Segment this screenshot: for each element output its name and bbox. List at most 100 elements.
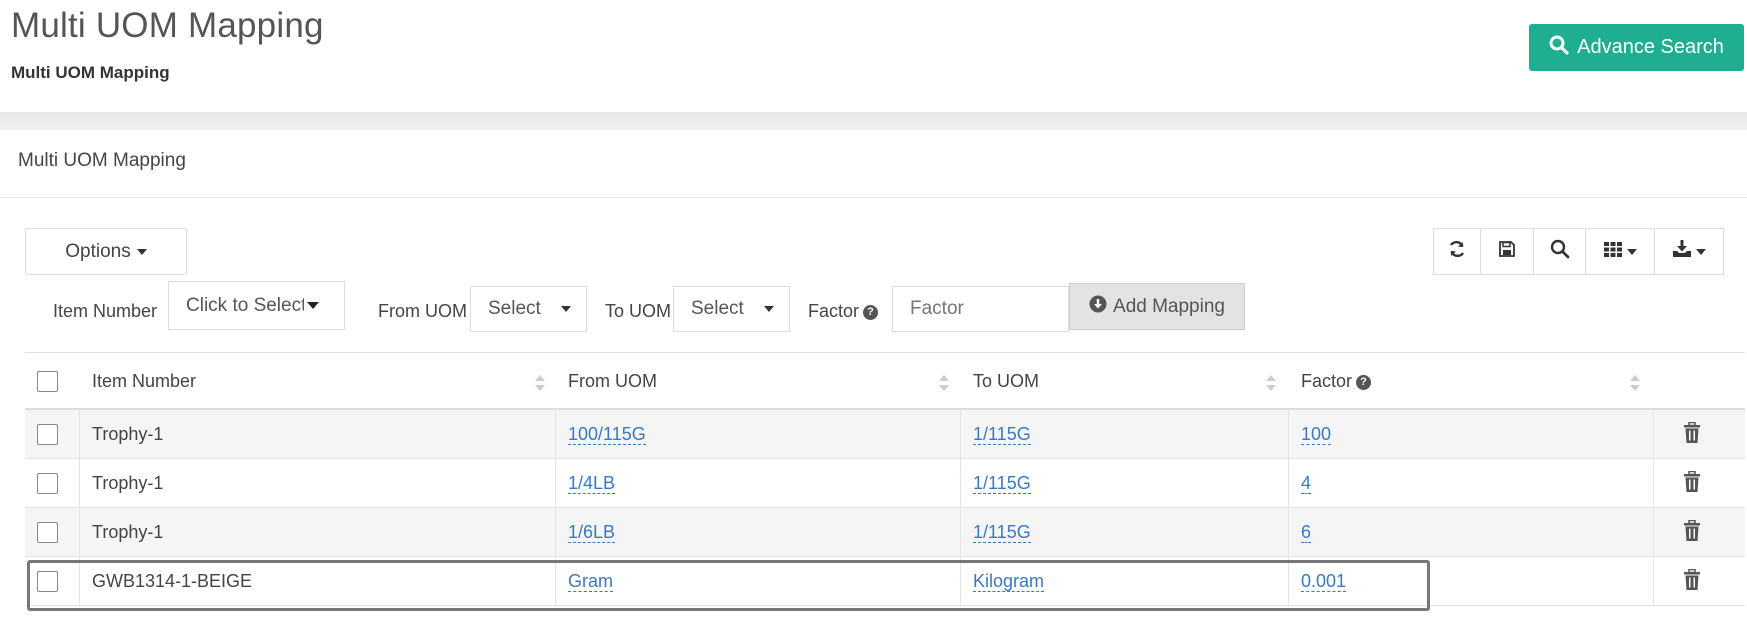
trash-icon[interactable] (1683, 422, 1701, 444)
item-number-select-value: Click to Select (186, 294, 304, 316)
cell-factor[interactable]: 0.001 (1301, 571, 1347, 592)
cell-factor[interactable]: 100 (1301, 424, 1332, 445)
header-divider (0, 112, 1747, 130)
sort-icon[interactable] (1265, 373, 1277, 393)
panel-title: Multi UOM Mapping (18, 150, 186, 171)
factor-filter-label: Factor? (808, 301, 879, 322)
select-all-checkbox[interactable] (37, 371, 58, 392)
search-icon (1549, 35, 1569, 61)
to-uom-select[interactable]: Select (673, 286, 790, 332)
column-header-item-number[interactable]: Item Number (92, 371, 196, 392)
column-divider (1653, 410, 1654, 459)
question-circle-icon: ? (1356, 374, 1372, 390)
column-divider (79, 557, 80, 606)
column-divider (960, 410, 961, 459)
factor-input[interactable] (892, 286, 1069, 332)
table-row: Trophy-1 1/4LB 1/115G 4 (25, 459, 1745, 508)
trash-icon[interactable] (1683, 471, 1701, 493)
from-uom-select-value: Select (488, 298, 541, 319)
column-divider (1653, 459, 1654, 508)
to-uom-select-value: Select (691, 298, 744, 319)
caret-down-icon (763, 306, 774, 312)
cell-factor[interactable]: 4 (1301, 473, 1312, 494)
cell-from-uom[interactable]: 1/4LB (568, 473, 616, 494)
cell-to-uom[interactable]: 1/115G (973, 424, 1031, 445)
cell-from-uom[interactable]: 100/115G (568, 424, 646, 445)
row-checkbox[interactable] (37, 571, 58, 592)
save-button[interactable] (1480, 228, 1534, 275)
cell-item-number: Trophy-1 (92, 473, 164, 493)
column-divider (1288, 410, 1289, 459)
column-divider (1653, 508, 1654, 557)
options-label: Options (65, 240, 131, 262)
cell-from-uom[interactable]: 1/6LB (568, 522, 616, 543)
cell-from-uom[interactable]: Gram (568, 571, 613, 592)
caret-down-icon (307, 302, 319, 309)
page-title: Multi UOM Mapping (11, 6, 324, 45)
search-button[interactable] (1533, 228, 1586, 275)
question-circle-icon: ? (863, 304, 879, 320)
column-header-factor[interactable]: Factor? (1301, 371, 1372, 392)
table-row: Trophy-1 100/115G 1/115G 100 (25, 410, 1745, 459)
column-divider (1288, 557, 1289, 606)
options-dropdown-button[interactable]: Options (25, 228, 187, 275)
column-divider (79, 459, 80, 508)
cell-item-number: Trophy-1 (92, 522, 164, 542)
caret-down-icon (560, 306, 571, 312)
advance-search-button[interactable]: Advance Search (1529, 24, 1744, 71)
sort-icon[interactable] (938, 373, 950, 393)
column-header-factor-text: Factor (1301, 371, 1353, 391)
add-mapping-label: Add Mapping (1113, 295, 1225, 317)
add-mapping-button[interactable]: Add Mapping (1069, 283, 1245, 330)
column-divider (960, 459, 961, 508)
trash-icon[interactable] (1683, 520, 1701, 542)
cell-to-uom[interactable]: 1/115G (973, 522, 1031, 543)
table-row: Trophy-1 1/6LB 1/115G 6 (25, 508, 1745, 557)
search-icon (1550, 239, 1570, 264)
columns-icon (1603, 239, 1623, 264)
save-icon (1497, 239, 1517, 264)
column-divider (555, 508, 556, 557)
row-checkbox[interactable] (37, 522, 58, 543)
caret-down-icon (136, 248, 147, 255)
columns-dropdown-button[interactable] (1585, 228, 1655, 275)
export-dropdown-button[interactable] (1654, 228, 1724, 275)
cell-to-uom[interactable]: Kilogram (973, 571, 1045, 592)
breadcrumb: Multi UOM Mapping (11, 63, 170, 82)
cell-item-number: Trophy-1 (92, 424, 164, 444)
cell-item-number: GWB1314-1-BEIGE (92, 571, 253, 591)
row-checkbox[interactable] (37, 473, 58, 494)
column-divider (555, 459, 556, 508)
cell-to-uom[interactable]: 1/115G (973, 473, 1031, 494)
column-divider (1288, 459, 1289, 508)
from-uom-select[interactable]: Select (470, 286, 587, 332)
column-header-to-uom[interactable]: To UOM (973, 371, 1039, 392)
arrow-circle-down-icon (1089, 295, 1107, 319)
page-header: Multi UOM Mapping Multi UOM Mapping Adva… (0, 0, 1747, 112)
advance-search-label: Advance Search (1577, 36, 1724, 58)
caret-down-icon (1696, 248, 1706, 255)
from-uom-filter-label: From UOM (378, 301, 467, 321)
table-row: GWB1314-1-BEIGE Gram Kilogram 0.001 (25, 557, 1745, 606)
refresh-button[interactable] (1433, 228, 1481, 275)
column-divider (555, 557, 556, 606)
to-uom-filter-label: To UOM (605, 301, 672, 321)
table-toolbar (1433, 228, 1724, 275)
panel-heading: Multi UOM Mapping (0, 130, 1747, 198)
column-divider (960, 557, 961, 606)
trash-icon[interactable] (1683, 569, 1701, 591)
column-divider (555, 410, 556, 459)
caret-down-icon (1627, 248, 1637, 255)
cell-factor[interactable]: 6 (1301, 522, 1312, 543)
sort-icon[interactable] (1629, 373, 1641, 393)
export-icon (1672, 239, 1692, 264)
column-divider (1288, 508, 1289, 557)
factor-filter-label-text: Factor (808, 301, 860, 321)
row-checkbox[interactable] (37, 424, 58, 445)
refresh-icon (1447, 239, 1467, 264)
column-header-from-uom[interactable]: From UOM (568, 371, 657, 392)
item-number-filter-label: Item Number (53, 301, 158, 321)
column-divider (1653, 557, 1654, 606)
item-number-select[interactable]: Click to Select (168, 281, 345, 330)
sort-icon[interactable] (534, 373, 546, 393)
